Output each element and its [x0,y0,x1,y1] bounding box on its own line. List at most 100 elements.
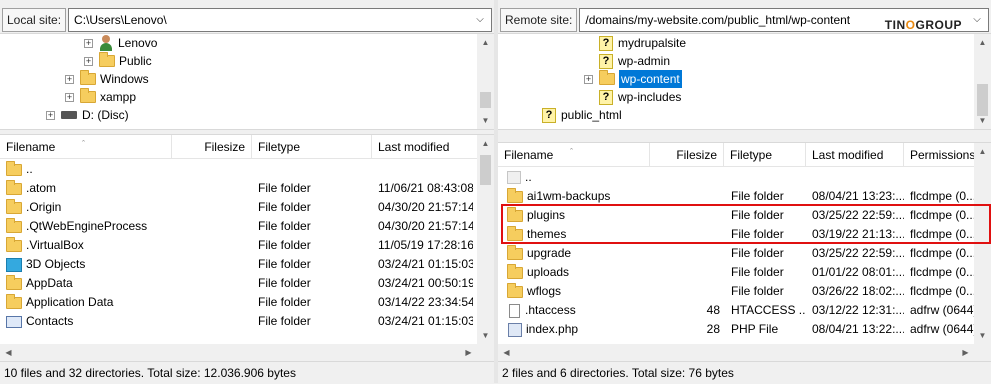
column-filename[interactable]: ˆ Filename [0,135,172,159]
table-row[interactable]: plugins File folder 03/25/22 22:59:... f… [498,206,974,225]
tree-item-label-selected: wp-content [619,70,682,88]
scroll-right-icon[interactable]: ▶ [957,344,974,361]
local-list-scrollbar[interactable]: ▲ ▼ [477,135,494,344]
tree-item-wp-content[interactable]: + wp-content [584,70,682,88]
local-site-path-input[interactable]: C:\Users\Lenovo\ ⌵ [68,8,492,32]
remote-list-hscrollbar[interactable]: ◀ ▶ [498,344,991,361]
chevron-down-icon[interactable]: ⌵ [473,9,487,31]
scroll-up-icon[interactable]: ▲ [974,143,991,160]
remote-directory-tree[interactable]: ? mydrupalsite ? wp-admin + wp-content ?… [498,33,991,130]
local-site-bar: Local site: C:\Users\Lenovo\ ⌵ [0,8,494,32]
folder-icon [6,198,22,214]
table-row[interactable]: .htaccess 48 HTACCESS ... 03/12/22 12:31… [498,301,974,320]
scroll-thumb[interactable] [480,92,491,108]
scroll-up-icon[interactable]: ▲ [974,34,991,51]
table-row[interactable]: .VirtualBox File folder 11/05/19 17:28:1… [0,236,477,255]
unknown-folder-icon: ? [599,53,613,69]
scroll-down-icon[interactable]: ▼ [477,112,494,129]
table-row[interactable]: .QtWebEngineProcess File folder 04/30/20… [0,217,477,236]
remote-file-list[interactable]: ˆ Filename Filesize Filetype Last modifi… [498,142,991,361]
table-row[interactable]: index.php 28 PHP File 08/04/21 13:22:...… [498,320,974,339]
local-pane: Local site: C:\Users\Lenovo\ ⌵ + Lenovo … [0,0,494,383]
remote-site-bar: Remote site: /domains/my-website.com/pub… [498,8,991,32]
table-row[interactable]: .. [498,168,974,187]
scroll-up-icon[interactable]: ▲ [477,135,494,152]
remote-list-scrollbar[interactable]: ▲ ▼ [974,143,991,344]
table-row[interactable]: upgrade File folder 03/25/22 22:59:... f… [498,244,974,263]
folder-icon [6,293,22,309]
column-last-modified[interactable]: Last modified [806,143,904,167]
tree-item-d-drive[interactable]: + D: (Disc) [46,106,129,124]
expand-icon[interactable]: + [65,74,74,84]
column-filename[interactable]: ˆ Filename [498,143,650,167]
folder-icon [99,52,115,67]
tree-item-wp-includes[interactable]: ? wp-includes [599,88,681,106]
scroll-left-icon[interactable]: ◀ [498,344,515,361]
table-row[interactable]: wflogs File folder 03/26/22 18:02:... fl… [498,282,974,301]
scroll-right-icon[interactable]: ▶ [460,344,477,361]
tree-item-xampp[interactable]: + xampp [65,88,136,106]
tree-item-label: public_html [561,108,622,122]
local-file-list[interactable]: ˆ Filename Filesize Filetype Last modifi… [0,134,494,361]
tree-item-public[interactable]: + Public [84,52,152,70]
local-tree-scrollbar[interactable]: ▲ ▼ [477,34,494,129]
local-list-hscrollbar[interactable]: ◀ ▶ [0,344,494,361]
tree-item-label: Lenovo [118,36,158,50]
scroll-down-icon[interactable]: ▼ [974,112,991,129]
table-row[interactable]: .. [0,160,477,179]
local-site-label: Local site: [2,8,67,32]
scroll-down-icon[interactable]: ▼ [974,327,991,344]
table-row[interactable]: uploads File folder 01/01/22 08:01:... f… [498,263,974,282]
table-row[interactable]: ai1wm-backups File folder 08/04/21 13:23… [498,187,974,206]
tree-item-lenovo[interactable]: + Lenovo [84,34,157,52]
scroll-down-icon[interactable]: ▼ [477,327,494,344]
tree-item-windows[interactable]: + Windows [65,70,149,88]
column-filesize[interactable]: Filesize [650,143,724,167]
chevron-down-icon[interactable]: ⌵ [970,9,984,31]
expand-icon[interactable]: + [84,56,93,66]
folder-icon [507,244,523,260]
tree-item-label: Public [119,54,152,68]
tree-item-label: wp-admin [618,54,671,68]
tree-item-public-html[interactable]: ? public_html [542,106,622,124]
local-directory-tree[interactable]: + Lenovo + Public + Windows + xampp + D:… [0,33,494,130]
parent-folder-icon [507,171,521,184]
contacts-icon [6,315,22,328]
table-row[interactable]: .Origin File folder 04/30/20 21:57:14 [0,198,477,217]
scroll-left-icon[interactable]: ◀ [0,344,17,361]
scroll-thumb[interactable] [480,155,491,185]
user-folder-icon [99,35,113,51]
local-site-path-text: C:\Users\Lenovo\ [74,13,167,27]
remote-site-path-input[interactable]: /domains/my-website.com/public_html/wp-c… [579,8,989,32]
table-row[interactable]: Contacts File folder 03/24/21 01:15:03 [0,312,477,331]
column-filetype[interactable]: Filetype [252,135,372,159]
expand-icon[interactable]: + [46,110,55,120]
column-filesize[interactable]: Filesize [172,135,252,159]
table-row[interactable]: themes File folder 03/19/22 21:13:... fl… [498,225,974,244]
tree-item-mydrupalsite[interactable]: ? mydrupalsite [599,34,686,52]
folder-icon [599,70,615,85]
table-row[interactable]: .atom File folder 11/06/21 08:43:08 [0,179,477,198]
table-row[interactable]: AppData File folder 03/24/21 00:50:19 [0,274,477,293]
folder-icon [6,236,22,252]
remote-pane: Remote site: /domains/my-website.com/pub… [498,0,991,383]
column-filetype[interactable]: Filetype [724,143,806,167]
column-last-modified[interactable]: Last modified [372,135,477,159]
folder-icon [507,225,523,241]
unknown-folder-icon: ? [542,107,556,123]
expand-icon[interactable]: + [84,38,93,48]
table-row[interactable]: 3D Objects File folder 03/24/21 01:15:03 [0,255,477,274]
folder-icon [507,187,523,203]
column-permissions[interactable]: Permissions [904,143,975,167]
remote-tree-scrollbar[interactable]: ▲ ▼ [974,34,991,129]
folder-icon [507,263,523,279]
folder-icon [507,282,523,298]
tree-item-wp-admin[interactable]: ? wp-admin [599,52,670,70]
expand-icon[interactable]: + [65,92,74,102]
scroll-up-icon[interactable]: ▲ [477,34,494,51]
sort-ascending-icon: ˆ [570,147,573,157]
brand-watermark: TINOGROUP [884,14,962,31]
remote-site-label: Remote site: [500,8,578,32]
table-row[interactable]: Application Data File folder 03/14/22 23… [0,293,477,312]
expand-icon[interactable]: + [584,74,593,84]
